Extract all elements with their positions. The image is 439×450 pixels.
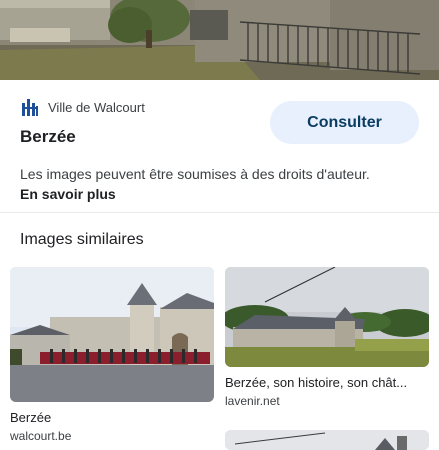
similar-image-caption[interactable]: Berzée, son histoire, son chât... <box>225 375 429 390</box>
rights-text: Les images peuvent être soumises à des d… <box>20 166 370 182</box>
walcourt-logo-icon <box>20 97 40 117</box>
rights-notice: Les images peuvent être soumises à des d… <box>20 164 380 204</box>
similar-image-thumbnail[interactable] <box>225 430 429 450</box>
similar-image-source: walcourt.be <box>10 429 72 443</box>
similar-image-card[interactable]: Berzée, son histoire, son chât... laveni… <box>225 267 429 408</box>
source-name: Ville de Walcourt <box>48 99 145 115</box>
hero-image[interactable] <box>0 0 439 80</box>
similar-image-card[interactable] <box>225 430 429 450</box>
similar-image-thumbnail[interactable] <box>10 267 214 402</box>
source-row[interactable]: Ville de Walcourt <box>20 96 145 118</box>
similar-image-card[interactable]: Berzée walcourt.be <box>10 267 214 443</box>
similar-images-heading: Images similaires <box>20 231 144 248</box>
similar-image-thumbnail[interactable] <box>225 267 429 367</box>
divider <box>0 212 439 213</box>
page-title: Berzée <box>20 127 76 146</box>
consult-button[interactable]: Consulter <box>270 101 419 144</box>
learn-more-link[interactable]: En savoir plus <box>20 186 116 202</box>
similar-image-source: lavenir.net <box>225 394 280 408</box>
similar-image-caption[interactable]: Berzée <box>10 410 214 425</box>
